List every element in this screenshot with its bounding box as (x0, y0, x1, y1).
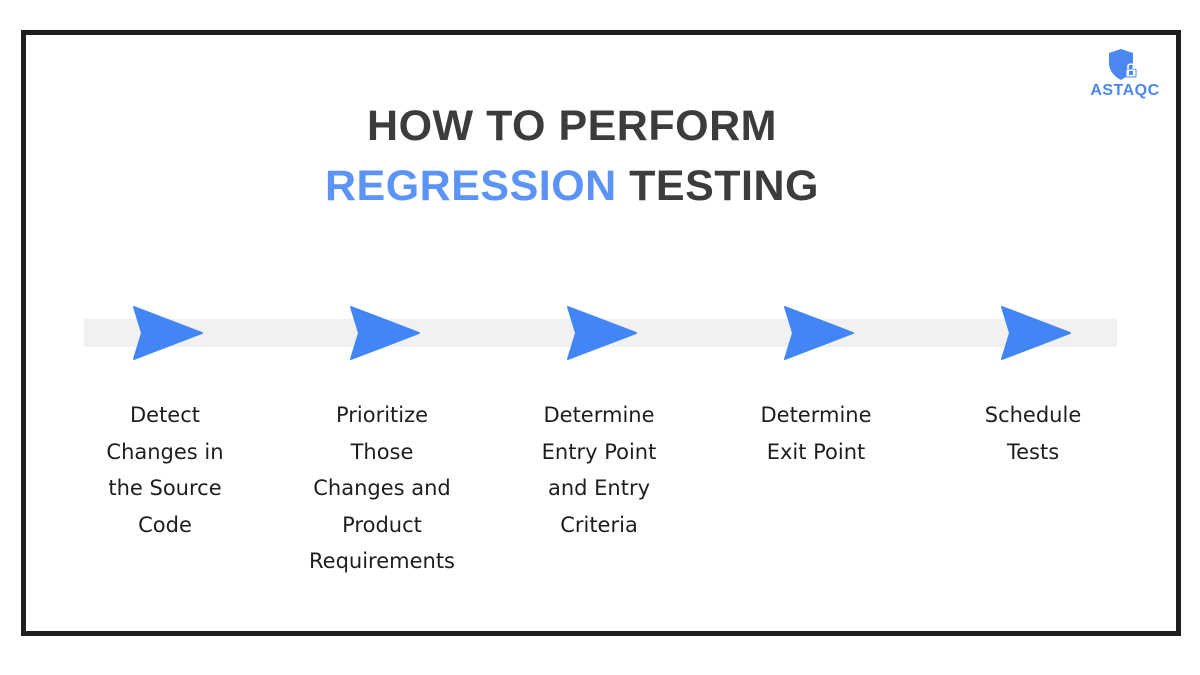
arrow-right-icon (1001, 306, 1071, 360)
step-label-line: Tests (1006, 439, 1060, 464)
step-label: Prioritize Those Changes and Product Require… (292, 397, 472, 580)
step-label-line: Product (342, 512, 422, 537)
arrow-right-icon (784, 306, 854, 360)
step-label-line: Determine (760, 403, 872, 427)
step-label: Detect Changes in the Source Code (75, 397, 255, 543)
title-line-1: HOW TO PERFORM (367, 102, 777, 150)
step-label-line: Changes and (313, 476, 451, 500)
step-label-line: Criteria (560, 512, 638, 537)
step-label-line: Schedule (984, 403, 1082, 427)
shield-lock-icon (1109, 49, 1137, 80)
step-label-line: Exit Point (766, 439, 866, 464)
step-label-line: Detect (129, 403, 201, 427)
step-label: Determine Exit Point (726, 397, 906, 470)
step-label-line: Those (350, 439, 414, 464)
step-label-line: Determine (543, 403, 655, 427)
step-label-line: Entry Point (541, 439, 657, 464)
step-label-line: Requirements (309, 549, 455, 573)
brand-name: ASTAQC (1090, 82, 1160, 99)
arrow-right-icon (567, 306, 637, 360)
arrow-right-icon (133, 306, 203, 360)
title-accent: REGRESSION (324, 162, 617, 210)
title-line-2: REGRESSION TESTING (0, 162, 1144, 211)
step-label-line: Changes in (106, 439, 224, 464)
title-rest: TESTING (616, 162, 820, 210)
step-label-line: and Entry (547, 476, 651, 500)
step-label-line: the Source (108, 476, 222, 500)
step-label-line: Code (138, 512, 192, 537)
brand-logo: ASTAQC (1085, 48, 1165, 100)
step-label: Determine Entry Point and Entry Criteria (509, 397, 689, 543)
step-label: Schedule Tests (943, 397, 1123, 470)
arrow-right-icon (350, 306, 420, 360)
step-label-line: Prioritize (335, 403, 429, 427)
